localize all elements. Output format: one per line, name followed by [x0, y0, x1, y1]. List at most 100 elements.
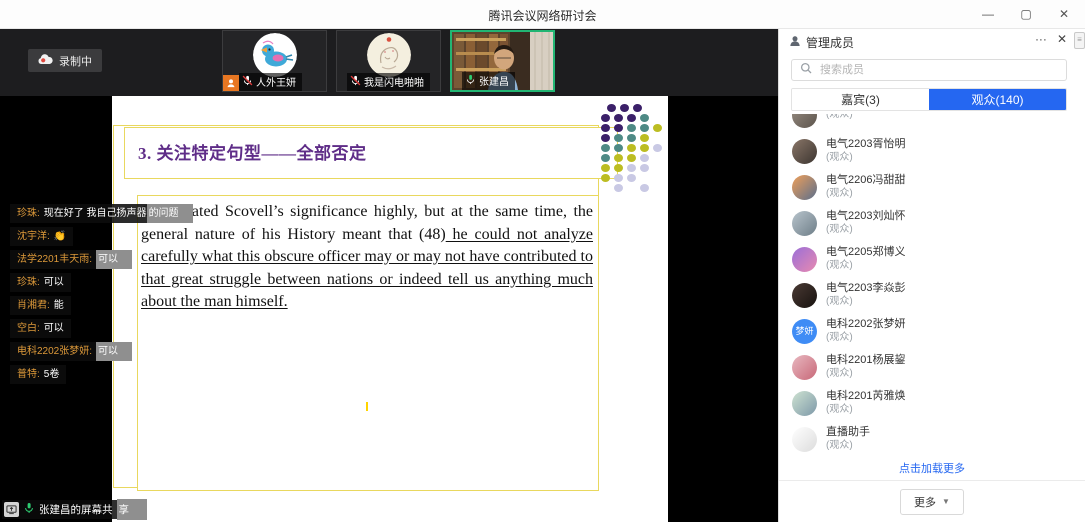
host-badge-icon [223, 75, 239, 91]
slide-title: 3. 关注特定句型——全部否定 [138, 139, 367, 164]
tencent-meeting-window: 腾讯会议网络研讨会 — ▢ ✕ 录制中 [0, 0, 1085, 522]
member-avatar [792, 175, 817, 200]
dot [614, 184, 623, 192]
video-tile-3[interactable]: 张建昌 [450, 30, 555, 92]
doodle-avatar [367, 33, 411, 77]
pointer-mark [366, 402, 368, 411]
more-options-icon[interactable]: ··· [1035, 32, 1047, 46]
load-more-link[interactable]: 点击加载更多 [779, 460, 1085, 476]
dot [614, 114, 623, 122]
member-row[interactable]: 电气2205郑博义 (观众) [792, 241, 1073, 277]
maximize-button[interactable]: ▢ [1015, 7, 1037, 21]
chat-text: 5卷 [44, 369, 60, 380]
chat-overlay: 珍珠:现在好了 我自己扬声器的问题 沈宇洋:👏 法学2201丰天雨:可以 珍珠:… [0, 204, 193, 384]
chat-message: 空白:可以 [10, 319, 71, 338]
member-avatar [792, 283, 817, 308]
member-name: 电气2203李焱彭 [826, 282, 905, 296]
member-name: 电科2201芮雅焕 [826, 390, 905, 404]
share-screen-icon[interactable] [4, 502, 19, 517]
chat-text: 能 [54, 300, 64, 311]
dot [614, 124, 623, 132]
meeting-stage: 录制中 人外王妍 [0, 28, 778, 522]
chat-text: 现在好了 我自己扬声器 [44, 208, 147, 219]
chat-text-highlighted: 可以 [96, 342, 132, 361]
more-button-label: 更多 [914, 494, 936, 510]
dot [640, 124, 649, 132]
dot [601, 154, 610, 162]
member-row[interactable]: 电气2203李焱彭 (观众) [792, 277, 1073, 313]
dot [640, 144, 649, 152]
member-name: 电科2202张梦妍 [826, 318, 905, 332]
slide-title-box: 3. 关注特定句型——全部否定 [124, 127, 618, 179]
decorative-dots [601, 104, 666, 194]
video-tile-2-label: 我是闪电啪啪 [347, 73, 430, 91]
tab-guests[interactable]: 嘉宾(3) [792, 89, 929, 110]
chat-message: 珍珠:可以 [10, 273, 71, 292]
panel-title-text: 管理成员 [806, 34, 854, 51]
shared-slide: 3. 关注特定句型——全部否定 Oman rated Scovell’s sig… [112, 96, 668, 522]
member-row[interactable]: 电气2206冯甜甜 (观众) [792, 169, 1073, 205]
video-tile-1[interactable]: 人外王妍 [222, 30, 327, 92]
screen-share-toast[interactable]: 张建昌的屏幕共享 [2, 500, 147, 519]
member-row[interactable]: 电科2201杨展鋆 (观众) [792, 349, 1073, 385]
dot [640, 114, 649, 122]
member-row[interactable]: 电科2201芮雅焕 (观众) [792, 385, 1073, 421]
member-row[interactable]: 直播助手 (观众) [792, 421, 1073, 457]
titlebar: 腾讯会议网络研讨会 — ▢ ✕ [0, 0, 1085, 29]
dot [627, 114, 636, 122]
member-avatar [792, 139, 817, 164]
tab-audience[interactable]: 观众(140) [929, 89, 1066, 110]
recording-cloud-icon [38, 54, 53, 68]
dot [633, 104, 642, 112]
recording-label: 录制中 [59, 53, 92, 69]
member-panel-header: 管理成员 ··· ✕ [779, 28, 1085, 54]
window-controls: — ▢ ✕ [977, 0, 1075, 28]
panel-title: 管理成员 [789, 34, 854, 51]
member-row[interactable]: 电气2203胥怡明 (观众) [792, 133, 1073, 169]
chat-sender-name: 法学2201丰天雨: [17, 254, 92, 265]
dot [627, 154, 636, 162]
member-search[interactable] [791, 59, 1067, 81]
member-row[interactable]: (观众) [792, 114, 1073, 133]
dot [614, 164, 623, 172]
dot [640, 134, 649, 142]
panel-scrollbar: ≡ [1074, 29, 1084, 521]
member-role: (观众) [826, 296, 905, 309]
video-tiles: 人外王妍 我是闪电啪啪 [222, 30, 555, 92]
chat-message: 珍珠:现在好了 我自己扬声器的问题 [10, 204, 193, 223]
chat-text-highlighted: 可以 [96, 250, 132, 269]
share-toast-tail: 享 [117, 499, 148, 520]
dot [640, 154, 649, 162]
dot [614, 144, 623, 152]
share-toast-text: 张建昌的屏幕共 [39, 502, 113, 517]
chat-text: 👏 [54, 231, 66, 242]
window-title: 腾讯会议网络研讨会 [0, 7, 1085, 24]
dot [640, 184, 649, 192]
mic-muted-icon [350, 75, 361, 89]
dot [627, 164, 636, 172]
member-row[interactable]: 梦妍 电科2202张梦妍 (观众) [792, 313, 1073, 349]
search-input[interactable] [818, 63, 1058, 77]
member-role: (观众) [826, 260, 905, 273]
recording-badge[interactable]: 录制中 [28, 49, 102, 72]
member-avatar [792, 211, 817, 236]
participant-name: 张建昌 [479, 73, 509, 88]
member-name: 直播助手 [826, 426, 870, 440]
dot [627, 174, 636, 182]
video-tile-2[interactable]: 我是闪电啪啪 [336, 30, 441, 92]
member-name: 电气2203刘灿怀 [826, 210, 905, 224]
chat-text-highlighted: 的问题 [147, 204, 193, 223]
dot [614, 134, 623, 142]
audience-tabs: 嘉宾(3) 观众(140) [791, 88, 1067, 111]
chat-message: 法学2201丰天雨: 可以 [10, 250, 132, 269]
member-avatar: 梦妍 [792, 319, 817, 344]
dot [601, 134, 610, 142]
close-panel-icon[interactable]: ✕ [1057, 32, 1067, 46]
member-avatar [792, 114, 817, 128]
slide-body-box: Oman rated Scovell’s significance highly… [137, 195, 599, 491]
minimize-button[interactable]: — [977, 7, 999, 21]
close-button[interactable]: ✕ [1053, 7, 1075, 21]
more-button[interactable]: 更多 ▼ [900, 489, 964, 515]
member-row[interactable]: 电气2203刘灿怀 (观众) [792, 205, 1073, 241]
scrollbar-thumb[interactable]: ≡ [1074, 32, 1085, 49]
